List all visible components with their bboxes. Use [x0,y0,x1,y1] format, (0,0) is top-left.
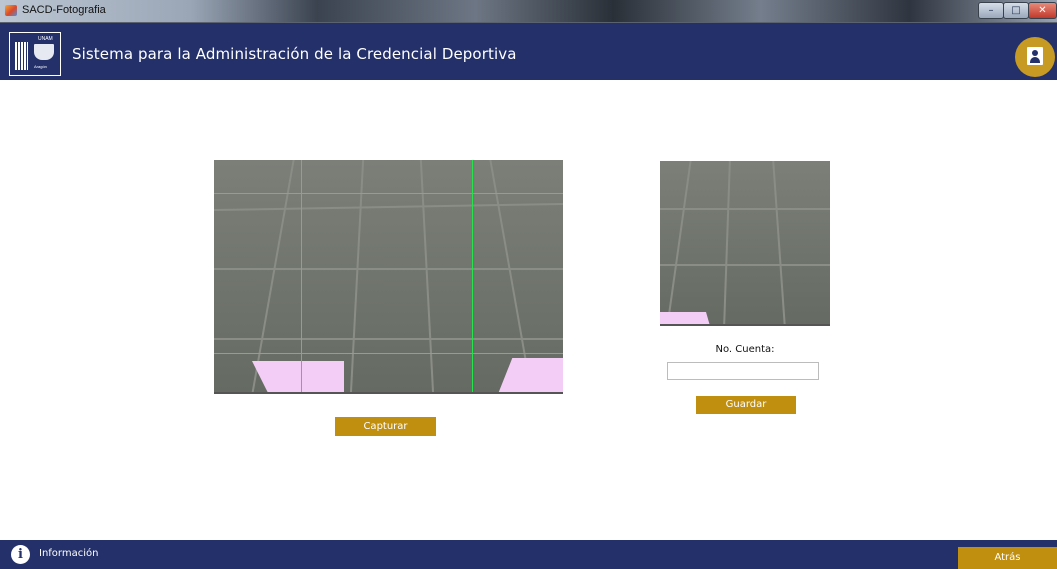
logo-bottom-text: Aragón [34,64,47,69]
app-icon [5,5,17,16]
window-title: SACD-Fotografia [22,4,106,16]
camera-preview [214,160,563,394]
save-button[interactable]: Guardar [696,396,796,414]
profile-button[interactable] [1015,37,1055,77]
logo-building-icon [15,42,28,70]
app-title: Sistema para la Administración de la Cre… [72,45,517,63]
id-card-icon [1027,47,1043,65]
account-number-label: No. Cuenta: [715,344,775,355]
app-header: UNAM Aragón Sistema para la Administraci… [0,23,1057,80]
ceiling-light [252,361,344,392]
back-button[interactable]: Atrás [958,547,1057,569]
minimize-icon: – [988,5,994,16]
close-button[interactable]: ✕ [1028,2,1057,19]
window-title-bar: SACD-Fotografia – □ ✕ [0,0,1057,23]
info-link[interactable]: Información [39,548,98,559]
ceiling-light [498,358,563,392]
guide-line-horizontal [214,193,563,194]
guide-line-vertical [472,160,473,392]
captured-photo [660,161,830,326]
maximize-button[interactable]: □ [1003,2,1029,19]
logo-top-text: UNAM [38,36,53,42]
info-icon[interactable]: i [11,545,30,564]
app-footer: i Información Atrás [0,540,1057,569]
logo-shield-icon [34,44,54,60]
ceiling-light [660,312,710,324]
close-icon: ✕ [1038,5,1047,16]
unam-logo: UNAM Aragón [9,32,61,76]
capture-button[interactable]: Capturar [335,417,436,436]
guide-line-vertical [301,160,302,392]
maximize-icon: □ [1011,5,1021,16]
account-number-input[interactable] [667,362,819,380]
minimize-button[interactable]: – [978,2,1004,19]
guide-line-horizontal [214,353,563,354]
